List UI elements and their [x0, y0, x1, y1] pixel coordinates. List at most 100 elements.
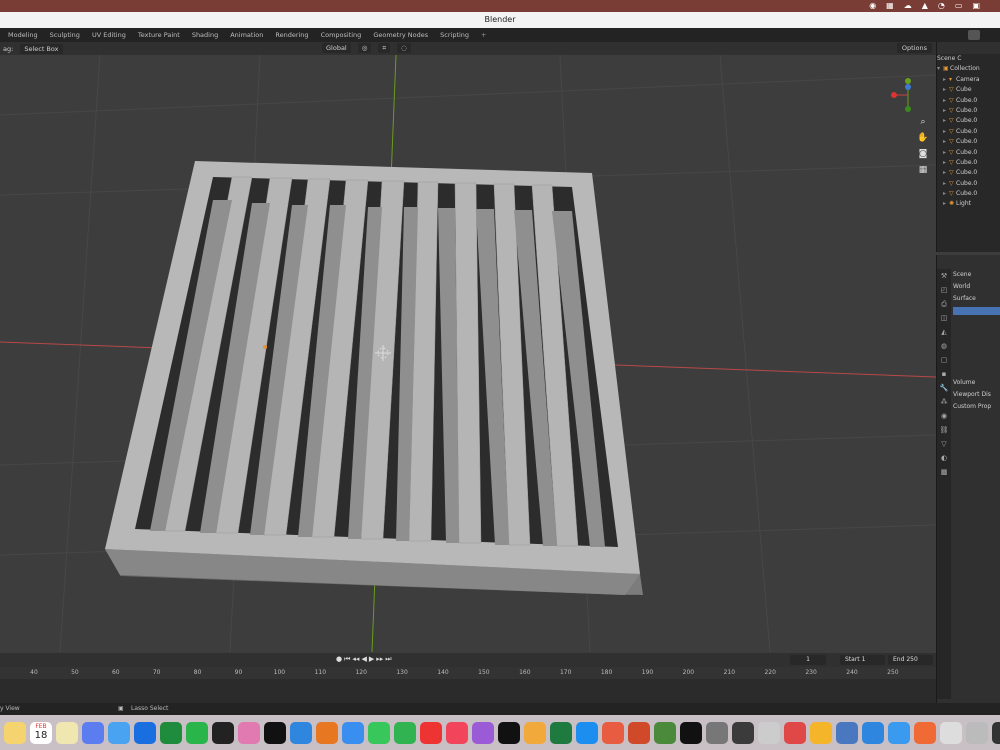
outliner-row-cube[interactable]: ▸ ▽ Cube.0 [937, 96, 1000, 106]
constraints-icon[interactable]: ⛓ [937, 423, 951, 437]
cloud-icon[interactable]: ☁ [904, 1, 912, 10]
expand-icon[interactable]: ▸ [943, 169, 946, 176]
photos-icon[interactable] [602, 721, 624, 744]
expand-icon[interactable]: ▸ [943, 159, 946, 166]
frame-ruler[interactable]: 40 50 60 70 80 90 100 110 120 130 140 150 160 170 180 1… [0, 667, 936, 679]
wifi-icon[interactable]: ◔ [938, 1, 945, 10]
battery-icon[interactable]: ▭ [955, 1, 963, 10]
tab-modeling[interactable]: Modeling [2, 31, 44, 39]
outliner-row-cube[interactable]: ▸ ▽ Cube.0 [937, 168, 1000, 178]
record-icon[interactable]: ● [336, 655, 342, 664]
texture-icon[interactable]: ▩ [937, 465, 951, 479]
screenshot-icon[interactable] [940, 721, 962, 744]
blender-icon[interactable] [316, 721, 338, 744]
volume-section[interactable]: Volume [953, 377, 1000, 389]
outliner-scene-row[interactable]: Scene C [937, 54, 1000, 64]
tab-compositing[interactable]: Compositing [315, 31, 368, 39]
swift-icon[interactable] [914, 721, 936, 744]
powerpoint-icon[interactable] [628, 721, 650, 744]
current-frame-field[interactable]: 1 [790, 655, 826, 665]
outliner-row-cube[interactable]: ▸ ▽ Cube.0 [937, 158, 1000, 168]
add-workspace-button[interactable]: + [475, 31, 492, 39]
news-icon[interactable] [420, 721, 442, 744]
modifier-icon[interactable]: 🔧 [937, 381, 951, 395]
surface-section[interactable]: Surface [953, 293, 1000, 305]
tab-uv-editing[interactable]: UV Editing [86, 31, 132, 39]
numbers-chart-icon[interactable] [394, 721, 416, 744]
material-icon[interactable]: ◐ [937, 451, 951, 465]
timeline[interactable]: 40 50 60 70 80 90 100 110 120 130 140 150 160 170 180 1… [0, 667, 936, 703]
output-icon[interactable]: ⎙ [937, 297, 951, 311]
tab-animation[interactable]: Animation [224, 31, 269, 39]
tab-shading[interactable]: Shading [186, 31, 224, 39]
fcp-icon[interactable] [992, 721, 1000, 744]
tab-geometry-nodes[interactable]: Geometry Nodes [367, 31, 434, 39]
orientation-dropdown[interactable]: Global [322, 43, 351, 53]
numbers-icon[interactable] [160, 721, 182, 744]
prev-keyframe-icon[interactable]: ◂◂ [352, 655, 359, 664]
expand-icon[interactable]: ▸ [943, 180, 946, 187]
render-icon[interactable]: ◰ [937, 283, 951, 297]
jump-end-icon[interactable]: ⏭ [385, 655, 391, 664]
launchpad-icon[interactable] [238, 721, 260, 744]
swift-playgrounds-icon[interactable] [888, 721, 910, 744]
expand-icon[interactable]: ▸ [943, 200, 946, 207]
particles-icon[interactable]: ⁂ [937, 395, 951, 409]
scene-selector-icon[interactable] [968, 30, 980, 40]
expand-icon[interactable]: ▸ [943, 86, 946, 93]
amazon-photos-icon[interactable] [732, 721, 754, 744]
preview-icon[interactable] [836, 721, 858, 744]
expand-icon[interactable]: ▸ [943, 117, 946, 124]
surface-shader-slot[interactable] [953, 307, 1000, 315]
navigation-gizmo[interactable] [890, 77, 926, 113]
start-frame-field[interactable]: Start 1 [840, 655, 885, 665]
world-icon[interactable]: ◍ [937, 339, 951, 353]
options-dropdown[interactable]: Options [896, 43, 932, 53]
expand-icon[interactable]: ▾ [937, 65, 940, 72]
end-frame-field[interactable]: End 250 [888, 655, 933, 665]
outliner-row-cube[interactable]: ▸ ▽ Cube.0 [937, 148, 1000, 158]
screen-record-icon[interactable]: ◉ [869, 1, 876, 10]
tool-icon[interactable]: ⚒ [937, 269, 951, 283]
expand-icon[interactable]: ▸ [943, 128, 946, 135]
excel-icon[interactable] [550, 721, 572, 744]
safari-icon[interactable] [108, 721, 130, 744]
calendar-icon[interactable]: FEB 18 [30, 721, 52, 744]
terminal-icon[interactable] [680, 721, 702, 744]
snap-icon[interactable]: ⌗ [378, 43, 391, 53]
viewport-canvas[interactable] [0, 55, 936, 652]
next-keyframe-icon[interactable]: ▸▸ [376, 655, 383, 664]
outliner-row-collection[interactable]: ▾ ▣Collection [937, 64, 1000, 74]
facetime-icon[interactable] [186, 721, 208, 744]
data-icon[interactable]: ▽ [937, 437, 951, 451]
folder-icon[interactable] [290, 721, 312, 744]
books-icon[interactable] [524, 721, 546, 744]
messages-icon[interactable] [368, 721, 390, 744]
bluetooth-icon[interactable] [342, 721, 364, 744]
grid-view-icon[interactable]: ▦ [917, 165, 929, 177]
system-settings-icon[interactable] [706, 721, 728, 744]
notes-icon[interactable] [56, 721, 78, 744]
outliner-row-light[interactable]: ▸ ✺ Light [937, 199, 1000, 209]
camera-view-icon[interactable]: ◙ [917, 149, 929, 161]
outliner-row-cube[interactable]: ▸ ▽ Cube.0 [937, 106, 1000, 116]
physics-icon[interactable]: ◉ [937, 409, 951, 423]
tab-texture-paint[interactable]: Texture Paint [132, 31, 186, 39]
expand-icon[interactable]: ▸ [943, 76, 946, 83]
outliner-row-cube[interactable]: ▸ ▽ Cube.0 [937, 189, 1000, 199]
pan-hand-icon[interactable]: ✋ [917, 133, 929, 145]
world-selector[interactable]: World [953, 281, 1000, 293]
tab-scripting[interactable]: Scripting [434, 31, 475, 39]
minecraft-icon[interactable] [654, 721, 676, 744]
display-icon[interactable]: ▣ [972, 1, 980, 10]
outliner-row-cube[interactable]: ▸ ▽ Cube.0 [937, 137, 1000, 147]
outliner-row-cube[interactable]: ▸ ▽ Cube.0 [937, 179, 1000, 189]
viewport-display-section[interactable]: Viewport Dis [953, 389, 1000, 401]
proportional-icon[interactable]: ◌ [397, 43, 411, 53]
downloads-icon[interactable] [966, 721, 988, 744]
freeform-icon[interactable] [82, 721, 104, 744]
jump-start-icon[interactable]: ⏮ [344, 655, 350, 664]
collection-icon[interactable]: ▢ [937, 353, 951, 367]
davinci-icon[interactable] [212, 721, 234, 744]
triangle-icon[interactable]: ▲ [922, 1, 928, 10]
